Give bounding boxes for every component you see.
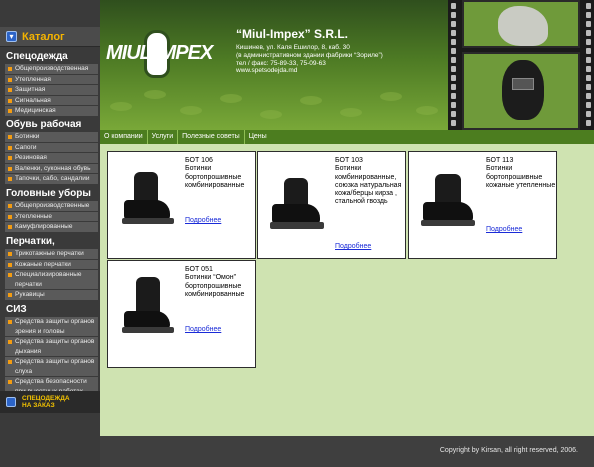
product-code: БОТ 051 — [185, 266, 213, 273]
product-code: БОТ 103 — [335, 157, 363, 164]
sidebar-section-footwear: Обувь рабочая Ботинки Сапоги Резиновая В… — [0, 118, 100, 185]
sidebar-item[interactable]: Ботинки — [5, 132, 98, 143]
bullet-icon — [8, 98, 12, 103]
product-description: Ботинки “Омон” бортопрошивные комбиниров… — [185, 274, 245, 298]
welding-mask-photo — [462, 52, 580, 130]
bullet-icon — [8, 67, 12, 71]
nav-services[interactable]: Услуги — [148, 130, 179, 144]
bullet-icon — [8, 145, 12, 150]
boot-image — [114, 172, 176, 228]
product-code: БОТ 113 — [486, 157, 514, 164]
sidebar-section-title[interactable]: СИЗ — [0, 303, 100, 317]
custom-order-link[interactable]: СПЕЦОДЕЖДА НА ЗАКАЗ — [0, 391, 100, 413]
filmstrip-decoration — [448, 0, 594, 130]
details-link[interactable]: Подробнее — [335, 243, 371, 250]
product-card[interactable]: БОТ 103 Ботинки комбинированные, союзка … — [257, 151, 406, 259]
bullet-icon — [8, 204, 12, 208]
product-card[interactable]: БОТ 106 Ботинки бортопрошивные комбиниро… — [107, 151, 256, 259]
sidebar-item[interactable]: Камуфлированные — [5, 222, 98, 233]
order-line2: НА ЗАКАЗ — [22, 402, 55, 409]
sidebar: ▾ Каталог Спецодежда Общепроизводственна… — [0, 0, 100, 467]
bullet-icon — [8, 109, 12, 113]
bullet-icon — [8, 156, 12, 160]
bullet-icon — [8, 135, 12, 139]
nav-prices[interactable]: Цены — [245, 130, 271, 144]
glove-icon — [498, 6, 548, 46]
product-grid: БОТ 106 Ботинки бортопрошивные комбиниро… — [100, 144, 594, 436]
sidebar-item[interactable]: Резиновая — [5, 153, 98, 164]
boot-image — [415, 174, 477, 230]
sidebar-item[interactable]: Средства защиты органов дыхания — [5, 337, 98, 357]
sidebar-item[interactable]: Средства защиты органов слуха — [5, 357, 98, 377]
catalog-title: Каталог — [22, 30, 65, 43]
company-name: “Miul-Impex” S.R.L. — [236, 27, 349, 41]
sidebar-section-title[interactable]: Головные уборы — [0, 187, 100, 201]
bullet-icon — [8, 77, 12, 82]
nav-tips[interactable]: Полезные советы — [178, 130, 245, 144]
order-line1: СПЕЦОДЕЖДА — [22, 395, 70, 402]
product-card[interactable]: БОТ 113 Ботинки бортопрошивные кожаные у… — [408, 151, 557, 259]
product-description: Ботинки бортопрошивные комбинированные — [185, 165, 245, 189]
bullet-icon — [8, 214, 12, 219]
main-nav: О компании Услуги Полезные советы Цены — [100, 130, 594, 144]
sidebar-item[interactable]: Сигнальная — [5, 95, 98, 106]
details-link[interactable]: Подробнее — [185, 217, 221, 224]
boot-image — [114, 277, 176, 333]
product-code: БОТ 106 — [185, 157, 213, 164]
catalog-header: ▾ Каталог — [0, 27, 100, 47]
copyright-text: Copyright by Kirsan, all right reserved,… — [439, 447, 578, 454]
bullet-icon — [8, 380, 12, 384]
sidebar-section-workwear: Спецодежда Общепроизводственная Утепленн… — [0, 50, 100, 117]
bullet-icon — [8, 88, 12, 92]
company-address: Кишинев, ул. Каля Ешилор, 8, каб. 30 (в … — [236, 44, 416, 75]
details-link[interactable]: Подробнее — [486, 226, 522, 233]
nav-about[interactable]: О компании — [100, 130, 148, 144]
sidebar-section-title[interactable]: Перчатки, Рукавицы — [0, 235, 100, 261]
bullet-icon — [8, 273, 12, 277]
sidebar-item[interactable]: Защитная — [5, 85, 98, 96]
sidebar-item[interactable]: Средства защиты органов зрения и головы — [5, 317, 98, 337]
product-description: Ботинки бортопрошивные кожаные утепленны… — [486, 165, 556, 189]
sidebar-item[interactable]: Утепленные — [5, 211, 98, 222]
sidebar-item[interactable]: Трикотажные перчатки — [5, 249, 98, 260]
bullet-icon — [8, 225, 12, 229]
bullet-icon — [8, 320, 12, 324]
sidebar-section-gloves: Перчатки, Рукавицы Трикотажные перчатки … — [0, 235, 100, 301]
sidebar-item[interactable]: Медицинская — [5, 106, 98, 117]
product-description: Ботинки комбинированные, союзка натураль… — [335, 165, 402, 206]
bullet-icon — [8, 252, 12, 256]
sidebar-item[interactable]: Утепленная — [5, 74, 98, 85]
glove-photo — [462, 0, 580, 48]
website-link[interactable]: www.spetsodejda.md — [236, 67, 416, 75]
boot-image — [264, 178, 326, 234]
bullet-icon — [8, 340, 12, 344]
welding-mask-icon — [502, 60, 544, 120]
bullet-icon — [8, 177, 12, 181]
bullet-icon — [8, 293, 12, 297]
sidebar-item[interactable]: Валенки, суконная обувь — [5, 163, 98, 174]
header: MIUL IMPEX “Miul-Impex” S.R.L. Кишинев, … — [100, 0, 594, 130]
logo-text: MIUL IMPEX — [106, 42, 213, 64]
sidebar-section-ppe: СИЗ Средства защиты органов зрения и гол… — [0, 303, 100, 397]
product-card[interactable]: БОТ 051 Ботинки “Омон” бортопрошивные ко… — [107, 260, 256, 368]
bullet-icon — [8, 166, 12, 171]
logo[interactable]: MIUL IMPEX — [106, 28, 232, 80]
sidebar-section-headwear: Головные уборы Общепроизводственные Утеп… — [0, 187, 100, 233]
sidebar-item[interactable]: Кожаные перчатки — [5, 259, 98, 270]
sidebar-item[interactable]: Общепроизводственные — [5, 201, 98, 212]
sidebar-section-title[interactable]: Обувь рабочая — [0, 118, 100, 132]
bullet-icon — [8, 262, 12, 267]
sidebar-item[interactable]: Рукавицы — [5, 290, 98, 301]
footer: Copyright by Kirsan, all right reserved,… — [100, 436, 594, 467]
sidebar-section-title[interactable]: Спецодежда — [0, 50, 100, 64]
details-link[interactable]: Подробнее — [185, 326, 221, 333]
sidebar-item[interactable]: Сапоги — [5, 142, 98, 153]
sidebar-item[interactable]: Специализированные перчатки — [5, 270, 98, 290]
arrow-down-icon: ▾ — [6, 31, 17, 42]
sidebar-item[interactable]: Тапочки, сабо, сандалии — [5, 174, 98, 185]
footprints-decoration — [100, 80, 450, 130]
bullet-icon — [8, 360, 12, 364]
sidebar-item[interactable]: Общепроизводственная — [5, 64, 98, 75]
order-icon — [6, 397, 16, 407]
